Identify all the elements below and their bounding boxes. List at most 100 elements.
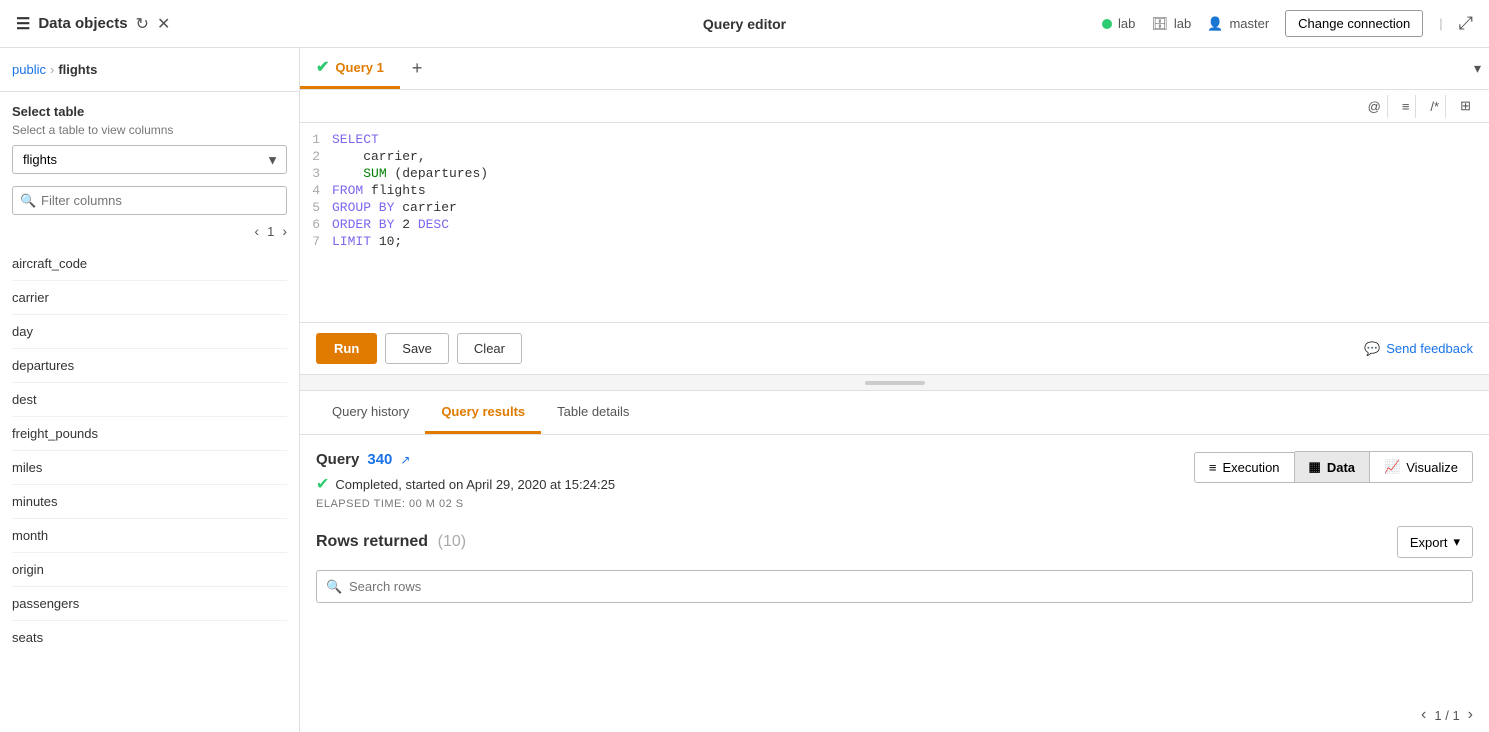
search-rows-wrapper: 🔍 [316, 570, 1473, 603]
filter-input-wrapper: 🔍 [12, 186, 287, 215]
feedback-icon: 💬 [1364, 341, 1380, 357]
tab-query-results[interactable]: Query results [425, 391, 541, 434]
code-line-1: 1 SELECT [300, 131, 1489, 148]
tab-label: Query 1 [335, 60, 383, 75]
query-result-content: Query 340 ↗ ✔ Completed, started on Apri… [300, 435, 1489, 698]
tabs-bar-right: ▾ [1474, 60, 1489, 77]
query-label: Query [316, 451, 359, 468]
query-number-row: Query 340 ↗ [316, 451, 615, 468]
line-number: 5 [300, 200, 332, 215]
query-editor-title: Query editor [703, 16, 786, 32]
code-line-7: 7 LIMIT 10; [300, 233, 1489, 250]
export-arrow-icon: ▾ [1453, 534, 1460, 550]
code-editor[interactable]: 1 SELECT 2 carrier, 3 SUM (departures) 4… [300, 123, 1489, 323]
user-icon: 👤 [1207, 16, 1223, 32]
list-item: origin [12, 553, 287, 587]
send-feedback-button[interactable]: 💬 Send feedback [1364, 341, 1473, 357]
line-number: 7 [300, 234, 332, 249]
completed-text: Completed, started on April 29, 2020 at … [335, 477, 615, 492]
data-icon: ▦ [1309, 459, 1321, 475]
execution-view-button[interactable]: ≡ Execution [1194, 452, 1295, 483]
breadcrumb: public › flights [12, 62, 97, 77]
list-icon-button[interactable]: ≡ [1396, 95, 1417, 118]
visualize-icon: 📈 [1384, 459, 1400, 475]
code-content: carrier, [332, 149, 1489, 164]
select-table-hint: Select a table to view columns [12, 123, 287, 137]
editor-area: ✔ Query 1 + ▾ @ ≡ /* ⊞ 1 SELECT 2 carrie… [300, 48, 1489, 732]
list-item: miles [12, 451, 287, 485]
list-item: departures [12, 349, 287, 383]
sidebar-content: Select table Select a table to view colu… [0, 92, 299, 732]
tab-query1[interactable]: ✔ Query 1 [300, 48, 400, 89]
code-content: SELECT [332, 132, 1489, 147]
result-top: Query 340 ↗ ✔ Completed, started on Apri… [316, 451, 1473, 510]
rows-returned-label: Rows returned [316, 533, 428, 550]
chevron-down-icon[interactable]: ▾ [1474, 60, 1481, 77]
run-button[interactable]: Run [316, 333, 377, 364]
status-label: lab [1118, 16, 1135, 31]
app-title: Data objects [38, 15, 127, 32]
query-info: Query 340 ↗ ✔ Completed, started on Apri… [316, 451, 615, 510]
refresh-icon[interactable]: ↻ [136, 14, 149, 34]
list-item: freight_pounds [12, 417, 287, 451]
filter-search-icon: 🔍 [20, 193, 36, 209]
sidebar: public › flights Select table Select a t… [0, 48, 300, 732]
list-item: minutes [12, 485, 287, 519]
rows-returned-row: Rows returned (10) Export ▾ [316, 526, 1473, 558]
breadcrumb-public[interactable]: public [12, 62, 46, 77]
elapsed-text: ELAPSED TIME: 00 m 02 s [316, 498, 615, 510]
grid-icon-button[interactable]: ⊞ [1454, 94, 1477, 118]
next-results-page-button[interactable]: › [1468, 706, 1473, 724]
top-header: ☰ Data objects ↻ ✕ Query editor lab 🗄 la… [0, 0, 1489, 48]
data-view-button[interactable]: ▦ Data [1295, 451, 1370, 483]
save-button[interactable]: Save [385, 333, 449, 364]
at-symbol-button[interactable]: @ [1362, 95, 1388, 118]
list-item: month [12, 519, 287, 553]
table-details-label: Table details [557, 404, 629, 419]
clear-button[interactable]: Clear [457, 333, 522, 364]
prev-results-page-button[interactable]: ‹ [1421, 706, 1426, 724]
code-content: FROM flights [332, 183, 1489, 198]
rows-returned-info: Rows returned (10) [316, 533, 466, 551]
results-tabs: Query history Query results Table detail… [300, 391, 1489, 435]
hamburger-icon: ☰ [16, 14, 30, 34]
filter-columns-input[interactable] [12, 186, 287, 215]
code-line-3: 3 SUM (departures) [300, 165, 1489, 182]
add-tab-button[interactable]: + [400, 58, 435, 79]
line-number: 4 [300, 183, 332, 198]
export-button[interactable]: Export ▾ [1397, 526, 1473, 558]
status-indicator: lab [1102, 16, 1135, 31]
close-icon[interactable]: ✕ [157, 14, 170, 34]
search-rows-input[interactable] [316, 570, 1473, 603]
line-number: 1 [300, 132, 332, 147]
select-table-label: Select table [12, 104, 287, 119]
tab-query-history[interactable]: Query history [316, 391, 425, 434]
page-number: 1 [267, 224, 274, 239]
query-number-link[interactable]: 340 [367, 451, 392, 468]
code-line-4: 4 FROM flights [300, 182, 1489, 199]
list-item: day [12, 315, 287, 349]
divider-handle [865, 381, 925, 385]
db-icon: 🗄 [1151, 16, 1168, 32]
list-item: seats [12, 621, 287, 654]
table-select[interactable]: flights [12, 145, 287, 174]
code-line-6: 6 ORDER BY 2 DESC [300, 216, 1489, 233]
pagination: ‹ 1 › [12, 223, 287, 239]
next-page-button[interactable]: › [282, 223, 287, 239]
line-number: 6 [300, 217, 332, 232]
code-content: SUM (departures) [332, 166, 1489, 181]
completed-row: ✔ Completed, started on April 29, 2020 a… [316, 474, 615, 494]
comment-icon-button[interactable]: /* [1424, 95, 1446, 118]
breadcrumb-table: flights [58, 62, 97, 77]
app-title-area: ☰ Data objects ↻ ✕ [16, 14, 170, 34]
code-content: LIMIT 10; [332, 234, 1489, 249]
page-indicator: 1 / 1 [1434, 708, 1459, 723]
change-connection-button[interactable]: Change connection [1285, 10, 1423, 37]
tab-table-details[interactable]: Table details [541, 391, 645, 434]
resize-divider[interactable] [300, 375, 1489, 391]
editor-toolbar: @ ≡ /* ⊞ [300, 90, 1489, 123]
prev-page-button[interactable]: ‹ [254, 223, 259, 239]
visualize-view-button[interactable]: 📈 Visualize [1370, 451, 1473, 483]
expand-icon[interactable]: ⤢ [1459, 13, 1473, 34]
view-buttons: ≡ Execution ▦ Data 📈 Visualize [1194, 451, 1473, 483]
